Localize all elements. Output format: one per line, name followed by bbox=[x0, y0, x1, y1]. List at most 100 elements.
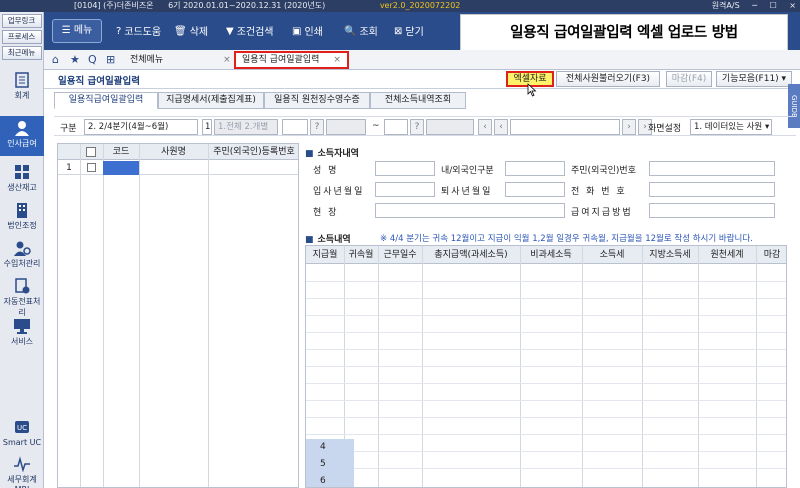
total-pay-header[interactable]: 총지급액(과세소득) bbox=[422, 246, 520, 264]
subtab-payment-statement[interactable]: 지급명세서(제출집계표) bbox=[158, 92, 264, 109]
phone-field[interactable] bbox=[649, 182, 775, 197]
sidebar-item-supplier[interactable]: 수입처관리 bbox=[0, 240, 44, 278]
nationality-field[interactable] bbox=[505, 161, 565, 176]
close-icon[interactable]: × bbox=[223, 55, 231, 65]
function-menu-button[interactable]: 기능모음(F11) ▾ bbox=[716, 71, 792, 87]
tab-daily-payroll[interactable]: 일용직 급여일괄입력 × bbox=[234, 51, 349, 69]
tutorial-caption: 일용직 급여일괄입력 엑셀 업로드 방법 bbox=[460, 14, 788, 52]
row-divider bbox=[306, 332, 786, 333]
auto-icon bbox=[15, 278, 30, 294]
trash-icon: 🗑 bbox=[174, 26, 187, 37]
work-days-header[interactable]: 근무일수 bbox=[378, 246, 422, 264]
button-label: 인쇄 bbox=[304, 27, 323, 38]
process-button[interactable]: 프로세스 bbox=[1, 30, 42, 44]
recent-menu-button[interactable]: 최근메뉴 bbox=[1, 46, 42, 60]
cursor-icon bbox=[527, 83, 537, 97]
payment-method-field[interactable] bbox=[649, 203, 775, 218]
row-divider bbox=[306, 349, 786, 350]
printer-icon: ▣ bbox=[292, 26, 302, 37]
employee-grid[interactable]: 코드 사원명 주민(외국인)등록번호 1 bbox=[57, 143, 299, 488]
sidebar-item-smart-uc[interactable]: UC Smart UC bbox=[0, 420, 44, 458]
tab-all-menu[interactable]: 전체메뉴 × bbox=[124, 51, 237, 69]
close-icon[interactable]: × bbox=[333, 55, 341, 65]
resident-number-field[interactable] bbox=[649, 161, 775, 176]
remote-support-link[interactable]: 원격A/S bbox=[712, 1, 740, 10]
quarter-label: 구분 bbox=[60, 124, 77, 134]
employee-from-input[interactable] bbox=[282, 119, 308, 135]
employee-to-input[interactable] bbox=[384, 119, 408, 135]
monitor-icon bbox=[14, 319, 30, 334]
menu-button[interactable]: ☰ 메뉴 bbox=[52, 19, 102, 43]
site-field[interactable] bbox=[375, 203, 565, 218]
code-column-header[interactable]: 코드 bbox=[103, 144, 139, 160]
row-divider bbox=[306, 400, 786, 401]
pay-month-header[interactable]: 지급월 bbox=[306, 246, 344, 264]
leave-date-field[interactable] bbox=[505, 182, 565, 197]
sidebar-item-label: 회계 bbox=[14, 91, 30, 100]
close-status-header[interactable]: 마감 bbox=[756, 246, 786, 264]
close-button[interactable]: ⊠ 닫기 bbox=[394, 22, 424, 42]
employee-to-name bbox=[426, 119, 474, 135]
local-tax-header[interactable]: 지방소득세 bbox=[642, 246, 698, 264]
attribution-month-header[interactable]: 귀속월 bbox=[344, 246, 378, 264]
nontaxable-header[interactable]: 비과세소득 bbox=[520, 246, 582, 264]
close-window-button[interactable]: × bbox=[789, 1, 796, 10]
print-button[interactable]: ▣ 인쇄 bbox=[292, 22, 323, 42]
employee-from-name bbox=[326, 119, 366, 135]
condition-search-button[interactable]: ▼ 조건검색 bbox=[226, 22, 274, 42]
hire-date-field[interactable] bbox=[375, 182, 435, 197]
home-icon[interactable]: ⌂ bbox=[52, 53, 59, 66]
sitemap-icon[interactable]: ⊞ bbox=[106, 53, 115, 66]
withholding-total-header[interactable]: 원천세계 bbox=[698, 246, 756, 264]
name-column-header[interactable]: 사원명 bbox=[139, 144, 208, 160]
quarter-select[interactable]: 2. 2/4분기(4월~6월) bbox=[84, 119, 198, 135]
screen-setting-select[interactable]: 1. 데이터있는 사원 ▾ bbox=[690, 119, 772, 135]
close-period-button[interactable]: 마감(F4) bbox=[666, 71, 712, 87]
delete-button[interactable]: 🗑 삭제 bbox=[174, 22, 208, 42]
prev-record-button[interactable]: ‹ bbox=[494, 119, 508, 135]
maximize-button[interactable]: ☐ bbox=[770, 1, 777, 10]
type-select[interactable]: 1.전체 2.개별 bbox=[214, 119, 278, 135]
page-title: 일용직 급여일괄입력 bbox=[58, 76, 140, 87]
employee-to-lookup[interactable]: ? bbox=[410, 119, 424, 135]
record-select[interactable] bbox=[510, 119, 620, 135]
row-checkbox[interactable] bbox=[84, 161, 98, 175]
employee-from-lookup[interactable]: ? bbox=[310, 119, 324, 135]
subtab-withholding-receipt[interactable]: 일용직 원천징수영수증 bbox=[264, 92, 370, 109]
work-link-button[interactable]: 업무링크 bbox=[1, 14, 42, 28]
star-icon[interactable]: ★ bbox=[70, 53, 80, 66]
column-divider bbox=[139, 144, 140, 487]
sidebar-item-accounting[interactable]: 회계 bbox=[0, 72, 44, 110]
uc-icon: UC bbox=[15, 421, 29, 433]
section-title-text: 소득내역 bbox=[317, 235, 351, 245]
code-help-button[interactable]: ? 코드도움 bbox=[116, 22, 161, 42]
load-all-employees-button[interactable]: 전체사원불러오기(F3) bbox=[556, 71, 660, 87]
minimize-button[interactable]: ─ bbox=[752, 1, 757, 10]
sidebar-item-label: 생산재고 bbox=[7, 183, 37, 192]
tab-label: 일용직 급여일괄입력 bbox=[242, 55, 320, 65]
sidebar-item-production[interactable]: 생산재고 bbox=[0, 164, 44, 202]
sidebar-item-auto-voucher[interactable]: 자동전표처리 bbox=[0, 278, 44, 317]
hamburger-icon: ☰ bbox=[61, 25, 74, 36]
active-cell[interactable] bbox=[103, 161, 139, 175]
sidebar-item-corporate[interactable]: 법인조정 bbox=[0, 202, 44, 240]
resident-id-column-header[interactable]: 주민(외국인)등록번호 bbox=[208, 144, 300, 160]
next-record-button[interactable]: › bbox=[622, 119, 636, 135]
subtab-daily-payroll[interactable]: 일용직급여일괄입력 bbox=[54, 92, 158, 109]
column-divider bbox=[208, 144, 209, 487]
button-label: 삭제 bbox=[189, 27, 209, 38]
first-record-button[interactable]: ‹ bbox=[478, 119, 492, 135]
subtab-income-inquiry[interactable]: 전체소득내역조회 bbox=[370, 92, 466, 109]
income-detail-grid[interactable]: 지급월 귀속월 근무일수 총지급액(과세소득) 비과세소득 소득세 지방소득세 … bbox=[305, 245, 787, 488]
search-icon[interactable]: Q bbox=[88, 53, 97, 66]
search-button[interactable]: 🔍 조회 bbox=[344, 22, 378, 42]
select-all-checkbox[interactable] bbox=[84, 144, 98, 160]
income-tax-header[interactable]: 소득세 bbox=[582, 246, 642, 264]
sidebar-item-tax-mri[interactable]: 세무회계MRI bbox=[0, 456, 44, 488]
sidebar-item-label: 서비스 bbox=[10, 337, 34, 346]
sidebar-item-service[interactable]: 서비스 bbox=[0, 318, 44, 356]
row-divider bbox=[306, 451, 786, 452]
name-field[interactable] bbox=[375, 161, 435, 176]
type-number-input[interactable]: 1 bbox=[202, 119, 212, 135]
sidebar-item-hr-payroll[interactable]: 인사급여 bbox=[0, 116, 44, 156]
